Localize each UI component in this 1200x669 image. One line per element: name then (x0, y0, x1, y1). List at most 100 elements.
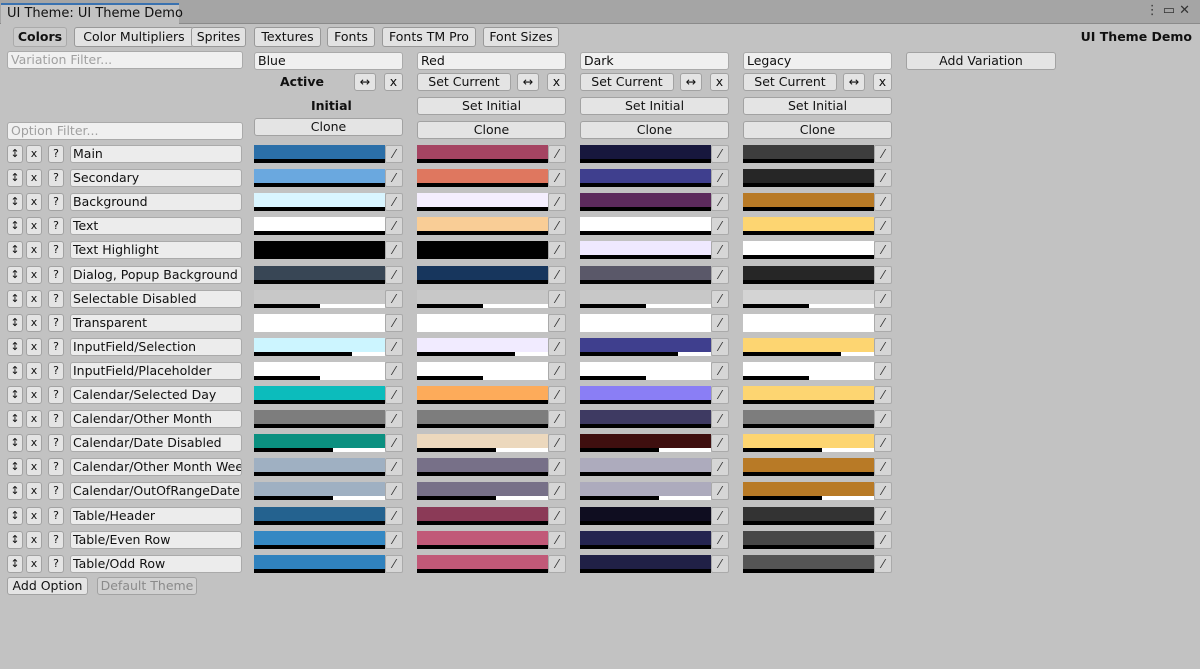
tab-color-multipliers[interactable]: Color Multipliers (74, 27, 194, 47)
color-swatch[interactable] (580, 362, 711, 380)
delete-option-button[interactable]: x (26, 290, 42, 308)
delete-option-button[interactable]: x (26, 241, 42, 259)
eyedropper-icon[interactable]: ⁄ (874, 531, 892, 549)
delete-option-button[interactable]: x (26, 507, 42, 525)
eyedropper-icon[interactable]: ⁄ (711, 145, 729, 163)
eyedropper-icon[interactable]: ⁄ (385, 241, 403, 259)
color-swatch[interactable] (580, 434, 711, 452)
help-button[interactable]: ? (48, 145, 64, 163)
color-swatch[interactable] (417, 410, 548, 428)
eyedropper-icon[interactable]: ⁄ (548, 434, 566, 452)
eyedropper-icon[interactable]: ⁄ (711, 482, 729, 500)
eyedropper-icon[interactable]: ⁄ (385, 507, 403, 525)
eyedropper-icon[interactable]: ⁄ (711, 193, 729, 211)
color-swatch[interactable] (254, 217, 385, 235)
color-swatch[interactable] (743, 338, 874, 356)
help-button[interactable]: ? (48, 338, 64, 356)
eyedropper-icon[interactable]: ⁄ (548, 145, 566, 163)
variation-name-input[interactable]: Red (417, 52, 566, 70)
move-handle[interactable]: ↕ (7, 531, 23, 549)
color-swatch[interactable] (743, 241, 874, 259)
color-swatch[interactable] (417, 531, 548, 549)
eyedropper-icon[interactable]: ⁄ (548, 314, 566, 332)
option-name-field[interactable]: Selectable Disabled (70, 290, 242, 308)
eyedropper-icon[interactable]: ⁄ (874, 217, 892, 235)
color-swatch[interactable] (417, 169, 548, 187)
help-button[interactable]: ? (48, 290, 64, 308)
color-swatch[interactable] (254, 241, 385, 259)
color-swatch[interactable] (417, 217, 548, 235)
color-swatch[interactable] (254, 555, 385, 573)
maximize-icon[interactable]: ▭ (1163, 3, 1179, 18)
delete-option-button[interactable]: x (26, 482, 42, 500)
eyedropper-icon[interactable]: ⁄ (711, 410, 729, 428)
delete-option-button[interactable]: x (26, 458, 42, 476)
color-swatch[interactable] (743, 482, 874, 500)
help-button[interactable]: ? (48, 410, 64, 428)
option-name-field[interactable]: Calendar/OutOfRangeDate (70, 482, 242, 500)
eyedropper-icon[interactable]: ⁄ (385, 410, 403, 428)
help-button[interactable]: ? (48, 362, 64, 380)
eyedropper-icon[interactable]: ⁄ (874, 458, 892, 476)
eyedropper-icon[interactable]: ⁄ (874, 314, 892, 332)
eyedropper-icon[interactable]: ⁄ (385, 217, 403, 235)
more-icon[interactable]: ⋮ (1146, 3, 1163, 18)
delete-option-button[interactable]: x (26, 217, 42, 235)
color-swatch[interactable] (254, 145, 385, 163)
move-handle[interactable]: ↕ (7, 507, 23, 525)
option-filter-input[interactable]: Option Filter... (7, 122, 243, 140)
color-swatch[interactable] (417, 314, 548, 332)
set-current-button[interactable]: Set Current (417, 73, 511, 91)
color-swatch[interactable] (417, 458, 548, 476)
color-swatch[interactable] (580, 169, 711, 187)
delete-option-button[interactable]: x (26, 362, 42, 380)
move-handle[interactable]: ↕ (7, 290, 23, 308)
option-name-field[interactable]: Transparent (70, 314, 242, 332)
eyedropper-icon[interactable]: ⁄ (385, 482, 403, 500)
eyedropper-icon[interactable]: ⁄ (548, 266, 566, 284)
color-swatch[interactable] (417, 507, 548, 525)
option-name-field[interactable]: Calendar/Other Month Week (70, 458, 242, 476)
set-current-button[interactable]: Set Current (743, 73, 837, 91)
move-handle[interactable]: ↕ (7, 434, 23, 452)
help-button[interactable]: ? (48, 434, 64, 452)
add-variation-button[interactable]: Add Variation (906, 52, 1056, 70)
eyedropper-icon[interactable]: ⁄ (874, 290, 892, 308)
eyedropper-icon[interactable]: ⁄ (548, 531, 566, 549)
color-swatch[interactable] (417, 362, 548, 380)
eyedropper-icon[interactable]: ⁄ (548, 217, 566, 235)
option-name-field[interactable]: Secondary (70, 169, 242, 187)
color-swatch[interactable] (417, 555, 548, 573)
eyedropper-icon[interactable]: ⁄ (548, 290, 566, 308)
color-swatch[interactable] (417, 241, 548, 259)
eyedropper-icon[interactable]: ⁄ (548, 458, 566, 476)
tab-fonts[interactable]: Fonts (327, 27, 375, 47)
color-swatch[interactable] (580, 217, 711, 235)
eyedropper-icon[interactable]: ⁄ (711, 531, 729, 549)
option-name-field[interactable]: Table/Even Row (70, 531, 242, 549)
delete-option-button[interactable]: x (26, 434, 42, 452)
delete-variation-button[interactable]: x (547, 73, 566, 91)
color-swatch[interactable] (580, 314, 711, 332)
color-swatch[interactable] (743, 434, 874, 452)
move-handle[interactable]: ↕ (7, 410, 23, 428)
help-button[interactable]: ? (48, 458, 64, 476)
eyedropper-icon[interactable]: ⁄ (874, 555, 892, 573)
variation-name-input[interactable]: Legacy (743, 52, 892, 70)
color-swatch[interactable] (254, 290, 385, 308)
color-swatch[interactable] (254, 314, 385, 332)
eyedropper-icon[interactable]: ⁄ (385, 169, 403, 187)
option-name-field[interactable]: Text (70, 217, 242, 235)
color-swatch[interactable] (417, 193, 548, 211)
move-handle[interactable]: ↕ (7, 314, 23, 332)
eyedropper-icon[interactable]: ⁄ (385, 458, 403, 476)
color-swatch[interactable] (743, 555, 874, 573)
eyedropper-icon[interactable]: ⁄ (874, 434, 892, 452)
color-swatch[interactable] (580, 555, 711, 573)
set-initial-button[interactable]: Set Initial (743, 97, 892, 115)
color-swatch[interactable] (743, 386, 874, 404)
window-tab[interactable]: UI Theme: UI Theme Demo (1, 3, 183, 25)
help-button[interactable]: ? (48, 193, 64, 211)
tab-font-sizes[interactable]: Font Sizes (483, 27, 559, 47)
color-swatch[interactable] (254, 169, 385, 187)
